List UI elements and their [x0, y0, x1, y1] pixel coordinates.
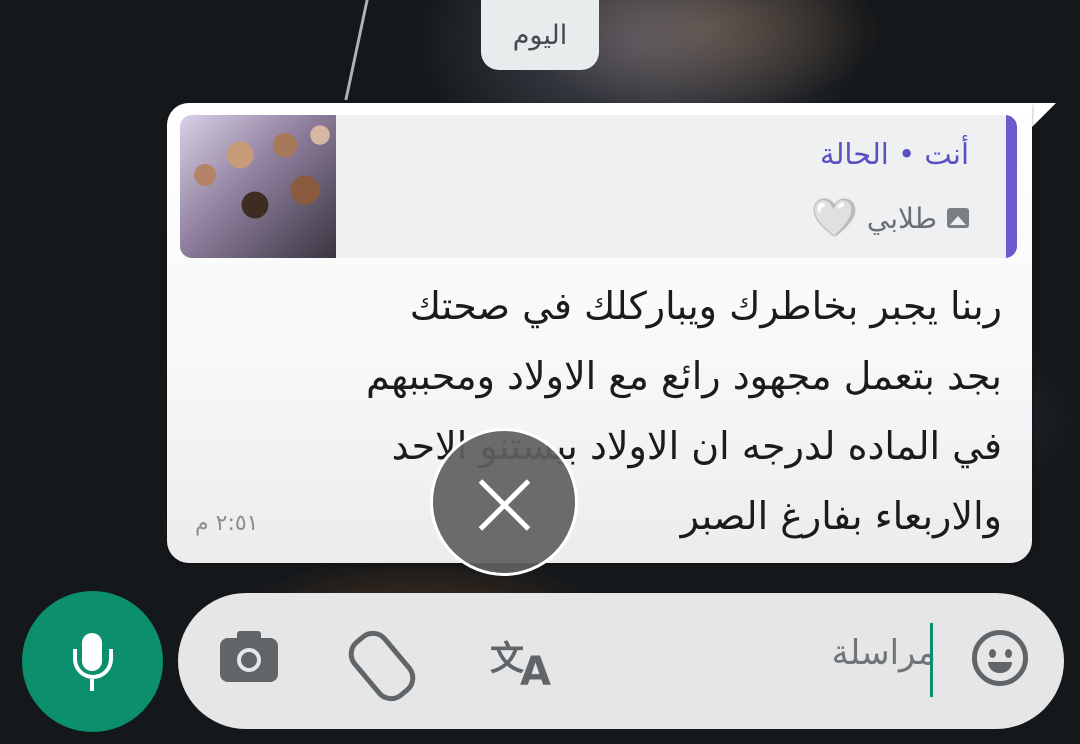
message-timestamp: ٢:٥١ م [195, 511, 259, 536]
photo-icon [947, 208, 969, 228]
quote-subtitle-text: طلابي [866, 201, 937, 235]
microphone-icon-cup [73, 649, 113, 679]
translate-icon[interactable]: 文A [490, 631, 560, 695]
message-line: ربنا يجبر بخاطرك ويباركلك في صحتك [409, 284, 1002, 328]
microphone-button[interactable] [22, 591, 163, 732]
message-line: بجد بتعمل مجهود رائع مع الاولاد ومحببهم [365, 354, 1002, 398]
wallpaper-decoration [344, 0, 409, 100]
emoji-icon[interactable] [972, 630, 1028, 686]
message-text: ربنا يجبر بخاطرك ويباركلك في صحتك بجد بت… [242, 271, 1002, 551]
close-icon[interactable] [430, 428, 578, 576]
microphone-icon-stem [90, 679, 94, 691]
message-line: في الماده لدرجه ان الاولاد بيستنو الاحد [391, 424, 1002, 468]
text-caret [930, 623, 933, 697]
message-composer: 文A مراسلة [178, 593, 1064, 729]
quote-title: أنت • الحالة [820, 137, 969, 171]
camera-icon[interactable] [220, 631, 278, 682]
status-thumbnail [180, 115, 336, 258]
paperclip-icon[interactable] [341, 623, 423, 709]
quote-subtitle: طلابي 🤍 [812, 197, 969, 239]
quote-accent-bar [1006, 115, 1017, 258]
date-chip: اليوم [481, 0, 599, 70]
quoted-status[interactable]: أنت • الحالة طلابي 🤍 [180, 115, 1017, 258]
bubble-tail [1028, 103, 1056, 131]
message-line: والاربعاء بفارغ الصبر [680, 494, 1002, 538]
white-heart-icon: 🤍 [812, 198, 857, 239]
message-bubble[interactable]: أنت • الحالة طلابي 🤍 ربنا يجبر بخاطرك وي… [167, 103, 1032, 563]
date-chip-label: اليوم [512, 19, 568, 51]
message-input[interactable]: مراسلة [832, 633, 936, 673]
